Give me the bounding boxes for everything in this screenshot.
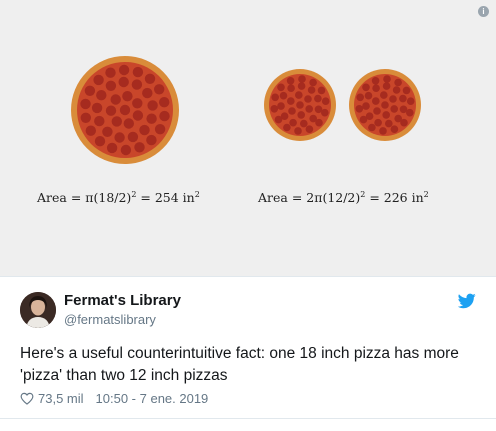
info-icon[interactable]: i bbox=[478, 6, 489, 17]
formula-left: Area = π(18/2)2 = 254 in2 bbox=[37, 190, 200, 206]
small-pizza-image-2 bbox=[349, 69, 421, 141]
tweet-meta: 73,5 mil 10:50 - 7 ene. 2019 bbox=[20, 391, 208, 406]
display-name[interactable]: Fermat's Library bbox=[64, 292, 181, 309]
tweet-text: Here's a useful counterintuitive fact: o… bbox=[20, 345, 459, 384]
small-pizza-image-1 bbox=[264, 69, 336, 141]
large-pizza-image bbox=[71, 56, 179, 164]
formula-right: Area = 2π(12/2)2 = 226 in2 bbox=[258, 190, 429, 206]
twitter-bird-icon[interactable] bbox=[458, 293, 476, 309]
avatar-portrait-icon bbox=[20, 292, 56, 328]
tweet-media-image[interactable]: i Area = π(18/2)2 = 254 in2 Area = 2π(12… bbox=[0, 0, 496, 276]
heart-icon[interactable] bbox=[20, 392, 34, 405]
timestamp[interactable]: 10:50 - 7 ene. 2019 bbox=[96, 391, 209, 406]
user-handle[interactable]: @fermatslibrary bbox=[64, 312, 156, 327]
media-divider bbox=[0, 276, 496, 277]
avatar[interactable] bbox=[20, 292, 56, 328]
like-count[interactable]: 73,5 mil bbox=[38, 391, 84, 406]
info-glyph: i bbox=[482, 7, 485, 16]
tweet-bottom-divider bbox=[0, 418, 496, 419]
